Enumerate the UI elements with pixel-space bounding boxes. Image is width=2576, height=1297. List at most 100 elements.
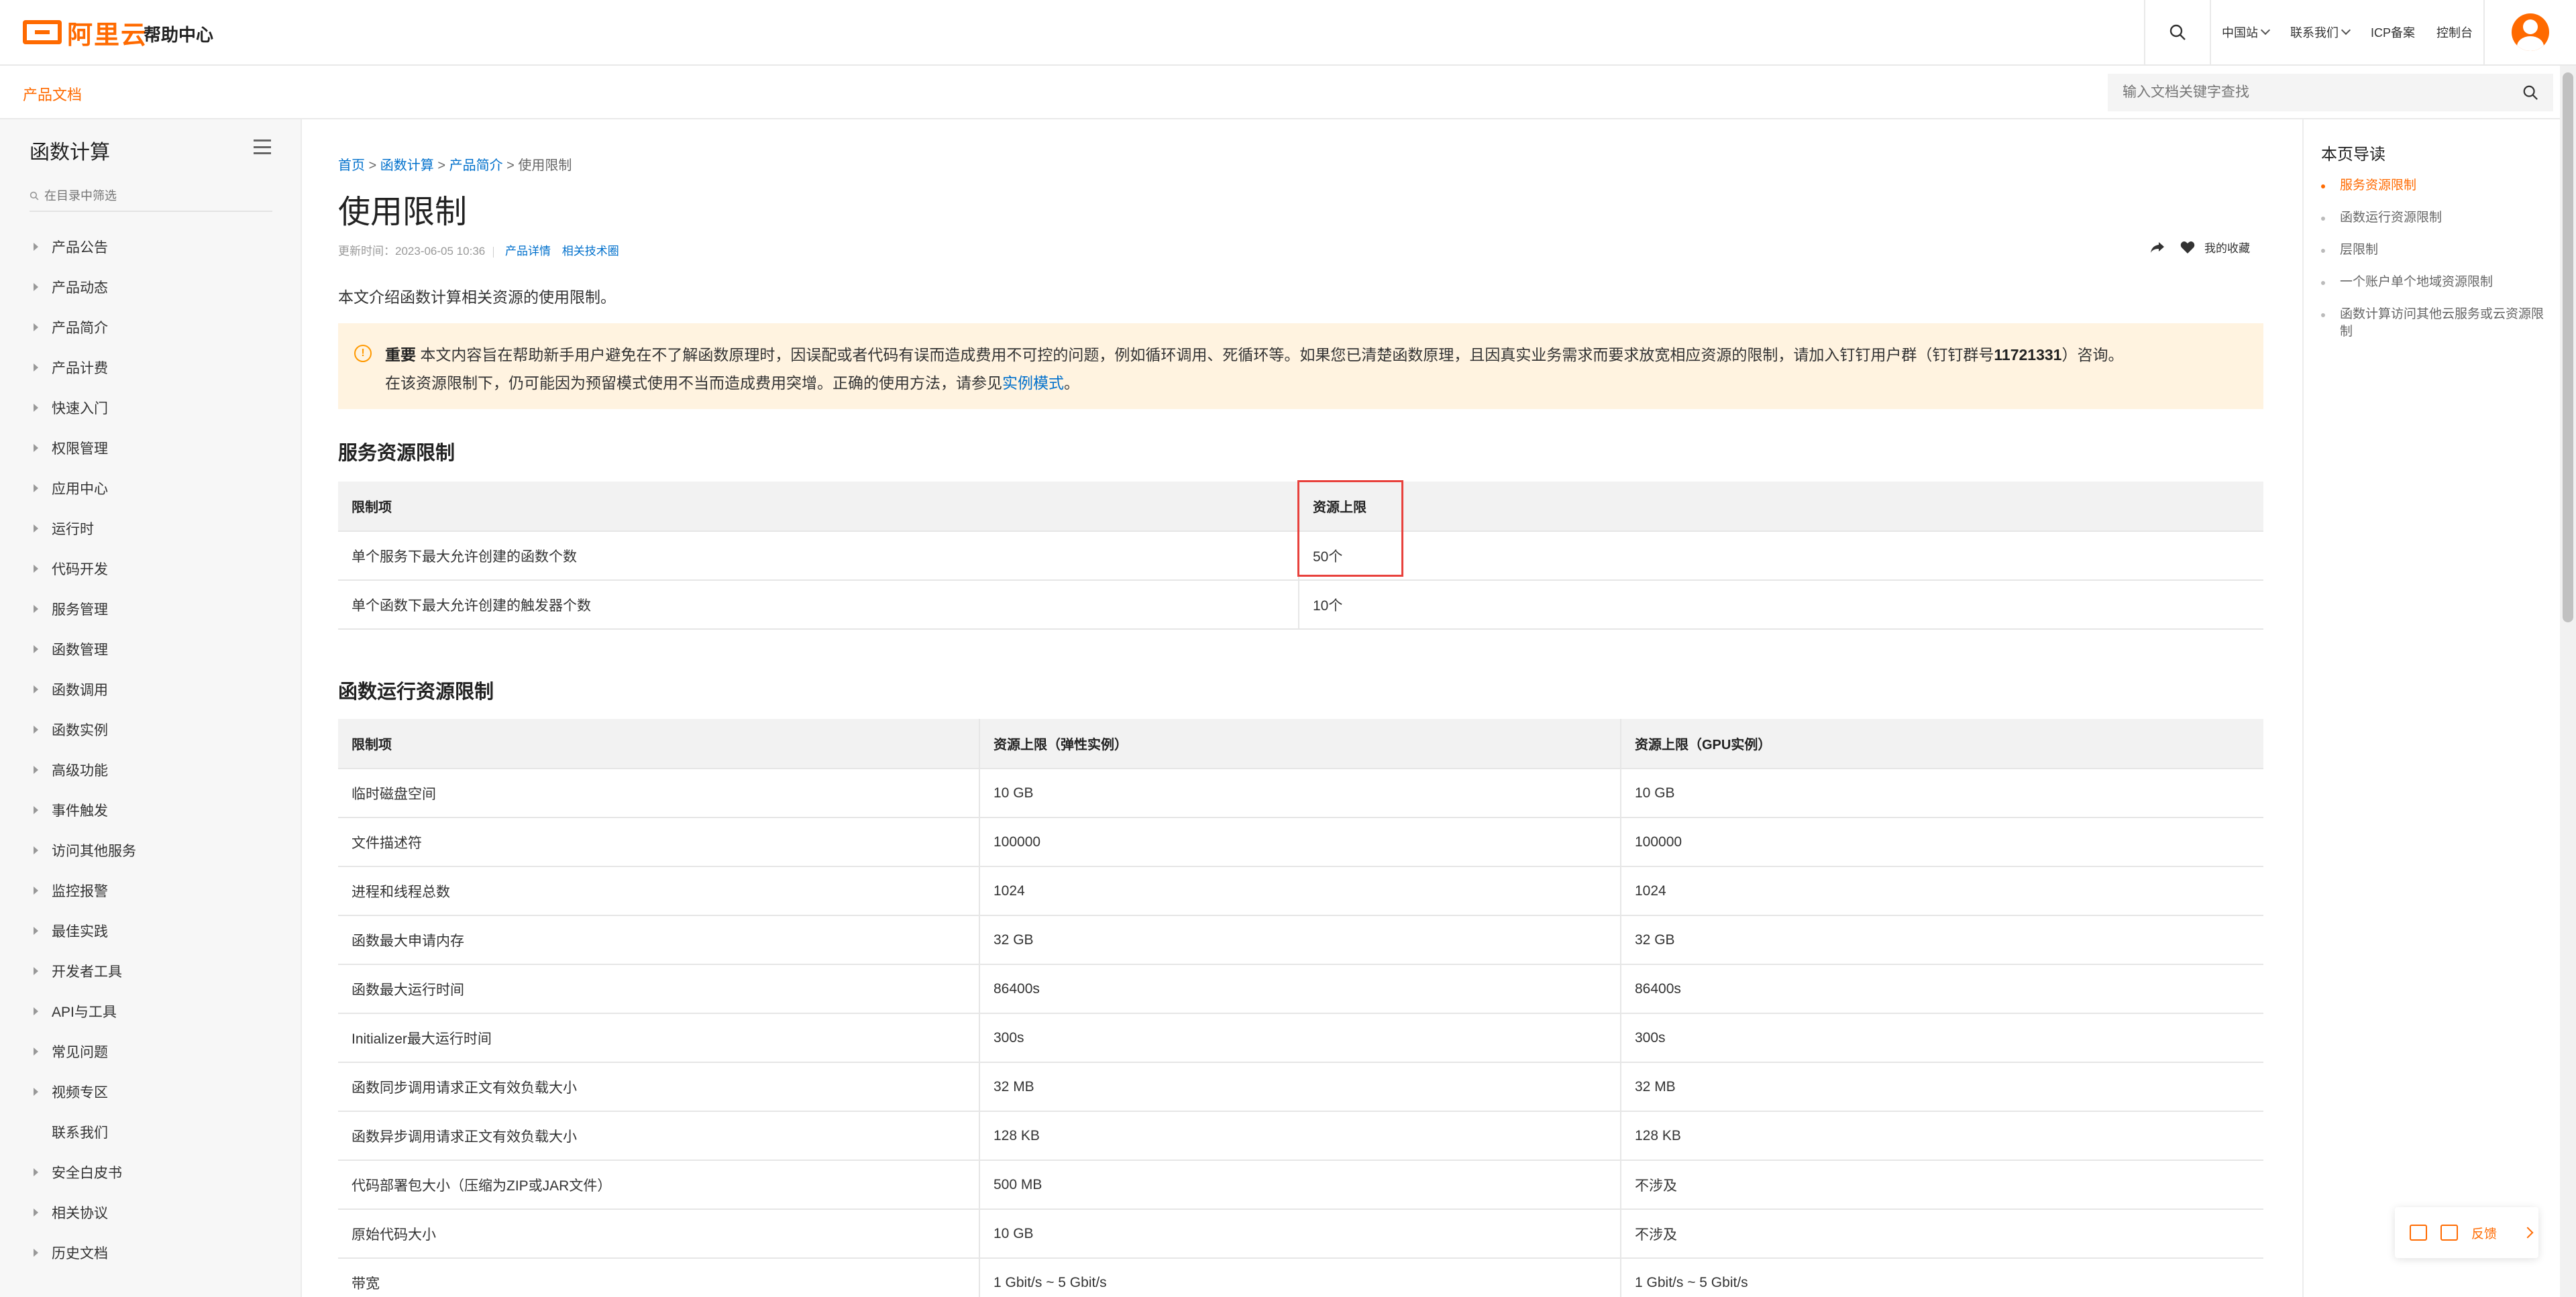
sidebar-item[interactable]: 产品简介 <box>0 307 301 347</box>
table-cell: 不涉及 <box>1621 1160 2263 1210</box>
sidebar-item[interactable]: 产品动态 <box>0 267 301 307</box>
sidebar-item[interactable]: 代码开发 <box>0 549 301 589</box>
sidebar-item[interactable]: 常见问题 <box>0 1031 301 1072</box>
sidebar-item[interactable]: 监控报警 <box>0 870 301 911</box>
caret-right-icon <box>34 887 38 895</box>
caret-right-icon <box>34 967 38 975</box>
thumbs-up-icon[interactable] <box>2410 1225 2427 1241</box>
sidebar-item[interactable]: 事件触发 <box>0 790 301 830</box>
avatar[interactable] <box>2512 13 2549 51</box>
toc-item[interactable]: 服务资源限制 <box>2321 177 2549 194</box>
intro-text: 本文介绍函数计算相关资源的使用限制。 <box>338 288 616 306</box>
sidebar-item[interactable]: 产品计费 <box>0 347 301 388</box>
table-cell: 86400s <box>979 964 1621 1014</box>
sidebar-item-label: 最佳实践 <box>52 924 108 940</box>
help-center-title[interactable]: 帮助中心 <box>144 21 213 46</box>
sidebar-item[interactable]: 运行时 <box>0 508 301 549</box>
toc-item[interactable]: 函数计算访问其他云服务或云资源限制 <box>2321 306 2549 341</box>
search-icon[interactable] <box>2145 0 2210 64</box>
important-notice: ! 重要 本文内容旨在帮助新手用户避免在不了解函数原理时，因误配或者代码有误而造… <box>338 323 2263 409</box>
menu-toggle-icon[interactable] <box>254 139 271 154</box>
sidebar-item[interactable]: 相关协议 <box>0 1192 301 1233</box>
sidebar-item[interactable]: 快速入门 <box>0 388 301 428</box>
table-cell: 不涉及 <box>1621 1209 2263 1259</box>
sidebar-nav: 产品公告 产品动态 产品简介 产品计费 快速入门 权限管理 应用中心 运行时 代码开发 服务管理函… <box>0 227 301 1273</box>
sidebar-item[interactable]: 应用中心 <box>0 468 301 508</box>
share-icon[interactable] <box>2149 241 2165 254</box>
scrollbar-thumb[interactable] <box>2563 72 2573 622</box>
caret-right-icon <box>34 726 38 734</box>
instance-mode-link[interactable]: 实例模式 <box>1002 374 1064 392</box>
chevron-down-icon <box>2260 25 2271 36</box>
caret-right-icon <box>34 524 38 532</box>
table-row: 函数最大申请内存 32 GB 32 GB <box>338 915 2263 965</box>
sidebar-item[interactable]: 联系我们 <box>0 1112 301 1152</box>
sidebar-item[interactable]: 访问其他服务 <box>0 830 301 870</box>
sidebar-item-label: 权限管理 <box>52 441 108 457</box>
sidebar-item[interactable]: 视频专区 <box>0 1072 301 1112</box>
runtime-limits-table: 限制项 资源上限（弹性实例） 资源上限（GPU实例） 临时磁盘空间 10 GB 10… <box>338 719 2263 1297</box>
icp-link[interactable]: ICP备案 <box>2360 0 2426 64</box>
search-icon[interactable] <box>2522 84 2538 101</box>
sidebar-item-label: 开发者工具 <box>52 964 122 980</box>
favorite-label[interactable]: 我的收藏 <box>2204 239 2250 256</box>
sidebar-item-label: 访问其他服务 <box>52 844 136 859</box>
sidebar-item[interactable]: 最佳实践 <box>0 911 301 951</box>
sidebar-item[interactable]: 历史文档 <box>0 1233 301 1273</box>
breadcrumb-product-intro[interactable]: 产品简介 <box>449 158 503 173</box>
thumbs-down-icon[interactable] <box>2440 1225 2458 1241</box>
toc-item[interactable]: 一个账户单个地域资源限制 <box>2321 274 2549 291</box>
scrollbar[interactable] <box>2560 66 2576 1297</box>
contact-us-link[interactable]: 联系我们 <box>2279 0 2360 64</box>
sidebar-item-label: 常见问题 <box>52 1045 108 1060</box>
caret-right-icon <box>34 1007 38 1015</box>
caret-right-icon <box>34 1168 38 1176</box>
feedback-button[interactable]: 反馈 <box>2471 1224 2497 1242</box>
table-cell: 100000 <box>979 817 1621 867</box>
breadcrumb-home[interactable]: 首页 <box>338 158 365 173</box>
related-tech-link[interactable]: 相关技术圈 <box>562 245 619 258</box>
product-docs-link[interactable]: 产品文档 <box>23 83 82 105</box>
toc-item[interactable]: 层限制 <box>2321 241 2549 259</box>
sidebar-item-label: API与工具 <box>52 1005 117 1020</box>
heart-icon[interactable] <box>2180 241 2195 254</box>
breadcrumb-current: 使用限制 <box>518 158 572 173</box>
sidebar-item-label: 函数调用 <box>52 683 108 698</box>
aliyun-logo[interactable]: 阿里云 <box>23 17 148 50</box>
sidebar-item[interactable]: 服务管理 <box>0 589 301 629</box>
sidebar-item[interactable]: 产品公告 <box>0 227 301 267</box>
sidebar-item-label: 快速入门 <box>52 401 108 416</box>
product-details-link[interactable]: 产品详情 <box>505 245 551 258</box>
sidebar-filter-input[interactable] <box>44 188 259 203</box>
sidebar-item[interactable]: 函数调用 <box>0 669 301 710</box>
chevron-down-icon <box>2341 25 2351 36</box>
updated-time: 更新时间：2023-06-05 10:36 <box>338 245 486 258</box>
table-cell: 原始代码大小 <box>338 1209 980 1259</box>
toc-title: 本页导读 <box>2321 146 2385 164</box>
caret-right-icon <box>34 685 38 693</box>
table-cell: 32 MB <box>1621 1062 2263 1112</box>
caret-right-icon <box>34 1249 38 1257</box>
breadcrumb-function-compute[interactable]: 函数计算 <box>380 158 434 173</box>
sidebar-item[interactable]: 权限管理 <box>0 428 301 468</box>
sidebar-item[interactable]: 高级功能 <box>0 750 301 790</box>
doc-search-box <box>2108 74 2553 111</box>
toc-item[interactable]: 函数运行资源限制 <box>2321 209 2549 227</box>
table-cell: 函数最大运行时间 <box>338 964 980 1014</box>
sidebar-item[interactable]: 函数管理 <box>0 629 301 669</box>
sidebar-item[interactable]: 函数实例 <box>0 710 301 750</box>
table-row: 函数同步调用请求正文有效负载大小 32 MB 32 MB <box>338 1062 2263 1112</box>
logo-text: 阿里云 <box>67 21 148 50</box>
aliyun-logo-icon <box>23 20 62 44</box>
console-link[interactable]: 控制台 <box>2426 0 2483 64</box>
caret-right-icon <box>34 1048 38 1056</box>
chevron-right-icon[interactable] <box>2522 1227 2534 1239</box>
sidebar-item[interactable]: API与工具 <box>0 991 301 1031</box>
sidebar-item[interactable]: 开发者工具 <box>0 951 301 991</box>
table-cell: 50个 <box>1299 531 2263 581</box>
sub-header: 产品文档 <box>0 66 2576 119</box>
table-cell: 1024 <box>979 866 1621 916</box>
doc-search-input[interactable] <box>2123 84 2522 101</box>
sidebar-item[interactable]: 安全白皮书 <box>0 1152 301 1192</box>
region-switch[interactable]: 中国站 <box>2211 0 2279 64</box>
